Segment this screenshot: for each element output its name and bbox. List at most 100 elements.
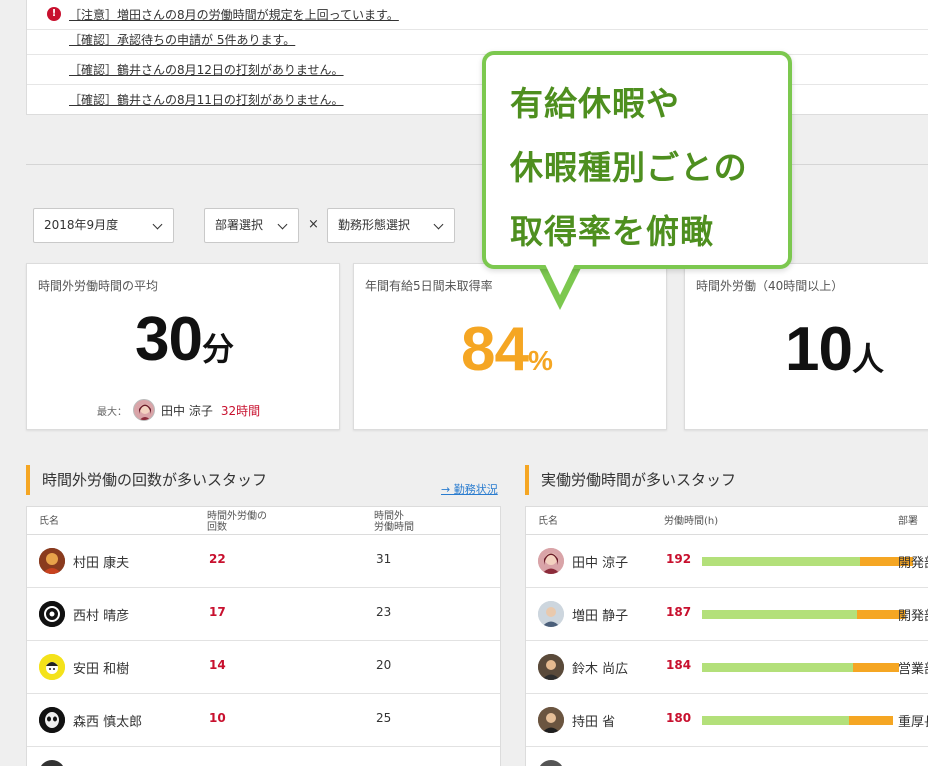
column-header-name: 氏名 [39, 516, 59, 527]
notice-link[interactable]: ［確認］鶴井さんの8月12日の打刻がありません。 [69, 55, 344, 85]
table-row[interactable] [526, 747, 928, 766]
department: 開発部 [898, 556, 928, 571]
staff-name: 鈴木 尚広 [572, 662, 629, 677]
table-row[interactable]: 西村 晴彦 17 23 [27, 588, 500, 641]
table-row[interactable]: 増田 静子 187 開発部 [526, 588, 928, 641]
work-hours-bar [702, 663, 899, 672]
notice-link[interactable]: ［確認］鶴井さんの8月11日の打刻がありません。 [69, 85, 344, 115]
stat-number: 84 [461, 315, 529, 384]
overtime-hours-fill [853, 663, 899, 672]
avatar [39, 601, 65, 627]
table-row[interactable]: 田中 涼子 192 開発部 [526, 535, 928, 588]
section-divider [26, 164, 928, 165]
regular-hours-fill [702, 610, 857, 619]
chevron-down-icon [277, 219, 288, 230]
department-select[interactable]: 部署選択 [204, 208, 299, 243]
table-row[interactable]: 鈴木 尚広 184 営業部 [526, 641, 928, 694]
overtime-40-card: 時間外労働（40時間以上） 10人 [684, 263, 928, 430]
chevron-down-icon [152, 219, 163, 230]
filter-cross: × [308, 217, 319, 232]
column-header-hours: 労働時間(h) [664, 516, 719, 527]
avatar [538, 548, 564, 574]
feature-callout: 有給休暇や 休暇種別ごとの 取得率を俯瞰 [482, 51, 792, 269]
overtime-hours: 23 [376, 605, 392, 619]
attendance-status-link[interactable]: → 勤務状況 [441, 481, 498, 497]
work-hours-heading: 実働労働時間が多いスタッフ [525, 465, 736, 495]
table-row[interactable] [27, 747, 500, 766]
department-select-value: 部署選択 [215, 218, 264, 232]
column-header-hours: 時間外 労働時間 [374, 511, 414, 533]
work-hours: 187 [666, 605, 692, 619]
notice-row[interactable]: ［確認］鶴井さんの8月11日の打刻がありません。 [27, 85, 928, 115]
overtime-count: 10 [209, 711, 226, 725]
staff-name: 増田 静子 [572, 609, 629, 624]
period-select[interactable]: 2018年9月度 [33, 208, 174, 243]
callout-line: 取得率を俯瞰 [510, 212, 714, 251]
card-title: 時間外労働（40時間以上） [696, 279, 844, 293]
stat-number: 10 [785, 315, 853, 384]
department: 開発部 [898, 609, 928, 624]
department: 営業部 [898, 662, 928, 677]
notice-link[interactable]: ［確認］承認待ちの申請が 5件あります。 [69, 25, 295, 55]
avatar [39, 654, 65, 680]
department: 重厚長 [898, 715, 928, 730]
notice-row[interactable]: ［確認］鶴井さんの8月12日の打刻がありません。 [27, 55, 928, 85]
work-hours-bar [702, 610, 905, 619]
regular-hours-fill [702, 716, 849, 725]
overtime-staff-heading: 時間外労働の回数が多いスタッフ [26, 465, 267, 495]
avatar [538, 601, 564, 627]
staff-name: 持田 省 [572, 715, 616, 730]
dashboard-page: ! ［注意］増田さんの8月の労働時間が規定を上回っています。 ［確認］承認待ちの… [0, 0, 928, 766]
avatar [133, 399, 155, 421]
work-hours: 184 [666, 658, 692, 672]
table-row[interactable]: 持田 省 180 重厚長 [526, 694, 928, 747]
table-header: 氏名 時間外労働の 回数 時間外 労働時間 [27, 507, 500, 535]
max-staff-row: 最大： 田中 涼子 32時間 [97, 399, 260, 421]
staff-name: 森西 慎太郎 [73, 715, 143, 730]
avatar [39, 760, 65, 766]
card-title: 年間有給5日間未取得率 [365, 279, 493, 293]
table-row[interactable]: 村田 康夫 22 31 [27, 535, 500, 588]
overtime-count: 14 [209, 658, 226, 672]
regular-hours-fill [702, 557, 860, 566]
notice-panel: ! ［注意］増田さんの8月の労働時間が規定を上回っています。 ［確認］承認待ちの… [26, 0, 928, 115]
column-header-count: 時間外労働の 回数 [207, 511, 267, 533]
stat-unit: 人 [851, 341, 884, 377]
alert-icon: ! [47, 7, 61, 21]
callout-line: 有給休暇や [510, 84, 680, 123]
overtime-count: 22 [209, 552, 226, 566]
table-header: 氏名 労働時間(h) 部署 [526, 507, 928, 535]
avatar [39, 548, 65, 574]
staff-name: 安田 和樹 [73, 662, 130, 677]
work-hours: 192 [666, 552, 692, 566]
staff-name: 西村 晴彦 [73, 609, 130, 624]
stat-unit: % [527, 345, 553, 376]
overtime-40-value: 10人 [785, 314, 884, 385]
callout-line: 休暇種別ごとの [510, 148, 748, 187]
work-type-select-value: 勤務形態選択 [338, 218, 411, 232]
period-select-value: 2018年9月度 [44, 218, 119, 232]
table-row[interactable]: 安田 和樹 14 20 [27, 641, 500, 694]
column-header-name: 氏名 [538, 516, 558, 527]
regular-hours-fill [702, 663, 853, 672]
callout-tail-fill [545, 264, 575, 295]
avatar [538, 707, 564, 733]
paid-leave-card: 年間有給5日間未取得率 84% [353, 263, 667, 430]
card-title: 時間外労働時間の平均 [38, 279, 159, 293]
staff-name: 村田 康夫 [73, 556, 130, 571]
max-label: 最大： [97, 406, 127, 418]
overtime-hours: 20 [376, 658, 392, 672]
work-type-select[interactable]: 勤務形態選択 [327, 208, 455, 243]
avatar [538, 760, 564, 766]
stat-unit: 分 [201, 331, 234, 367]
paid-leave-value: 84% [461, 314, 553, 385]
table-row[interactable]: 森西 慎太郎 10 25 [27, 694, 500, 747]
avatar [39, 707, 65, 733]
work-hours-bar [702, 716, 893, 725]
overtime-count: 17 [209, 605, 226, 619]
overtime-staff-table: 氏名 時間外労働の 回数 時間外 労働時間 村田 康夫 22 31 西村 晴彦 17… [26, 506, 501, 766]
max-staff-hours: 32時間 [220, 403, 261, 418]
notice-row[interactable]: ［確認］承認待ちの申請が 5件あります。 [27, 25, 928, 55]
overtime-hours: 25 [376, 711, 392, 725]
chevron-down-icon [433, 219, 444, 230]
